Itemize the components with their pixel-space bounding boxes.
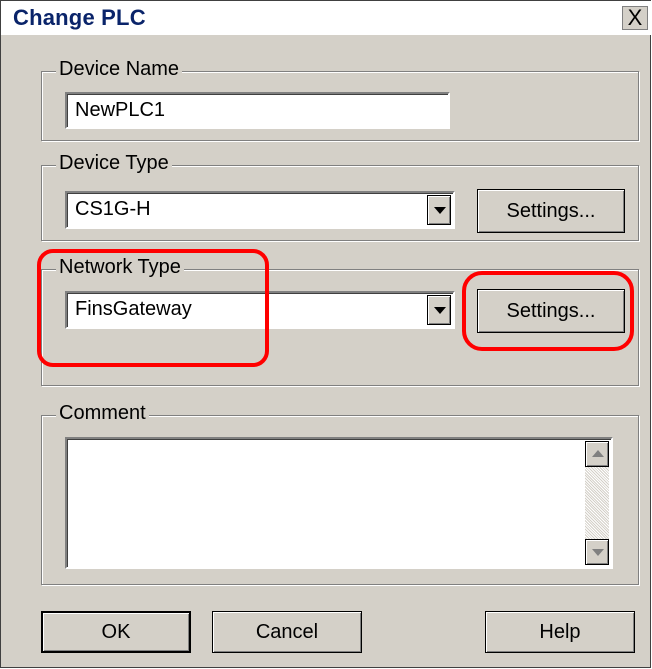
chevron-down-icon[interactable] (427, 295, 451, 325)
chevron-down-icon[interactable] (427, 195, 451, 225)
device-name-label: Device Name (56, 58, 183, 81)
help-button[interactable]: Help (485, 611, 635, 653)
ok-label: OK (101, 621, 131, 643)
network-type-highlight (37, 249, 269, 367)
cancel-label: Cancel (255, 621, 319, 643)
comment-label: Comment (56, 402, 149, 425)
help-label: Help (539, 621, 581, 643)
device-type-select[interactable]: CS1G-H (65, 191, 455, 229)
arrow-down-icon[interactable] (585, 539, 609, 565)
device-type-settings-label: Settings... (506, 200, 596, 222)
device-name-value: NewPLC1 (75, 99, 166, 121)
device-type-label: Device Type (56, 152, 172, 175)
device-type-value: CS1G-H (75, 198, 151, 220)
settings-highlight (462, 271, 634, 351)
arrow-up-icon[interactable] (585, 441, 609, 467)
title-bar[interactable]: Change PLC X (1, 1, 652, 35)
dialog-title: Change PLC (13, 5, 146, 30)
ok-button[interactable]: OK (41, 611, 191, 653)
device-name-input[interactable]: NewPLC1 (65, 92, 450, 129)
comment-scrollbar[interactable] (585, 441, 609, 565)
cancel-button[interactable]: Cancel (212, 611, 362, 653)
comment-textarea[interactable] (65, 437, 613, 569)
close-button[interactable]: X (622, 6, 648, 30)
device-type-settings-button[interactable]: Settings... (477, 189, 625, 233)
change-plc-dialog: Change PLC X Device Name NewPLC1 Device … (0, 0, 652, 668)
